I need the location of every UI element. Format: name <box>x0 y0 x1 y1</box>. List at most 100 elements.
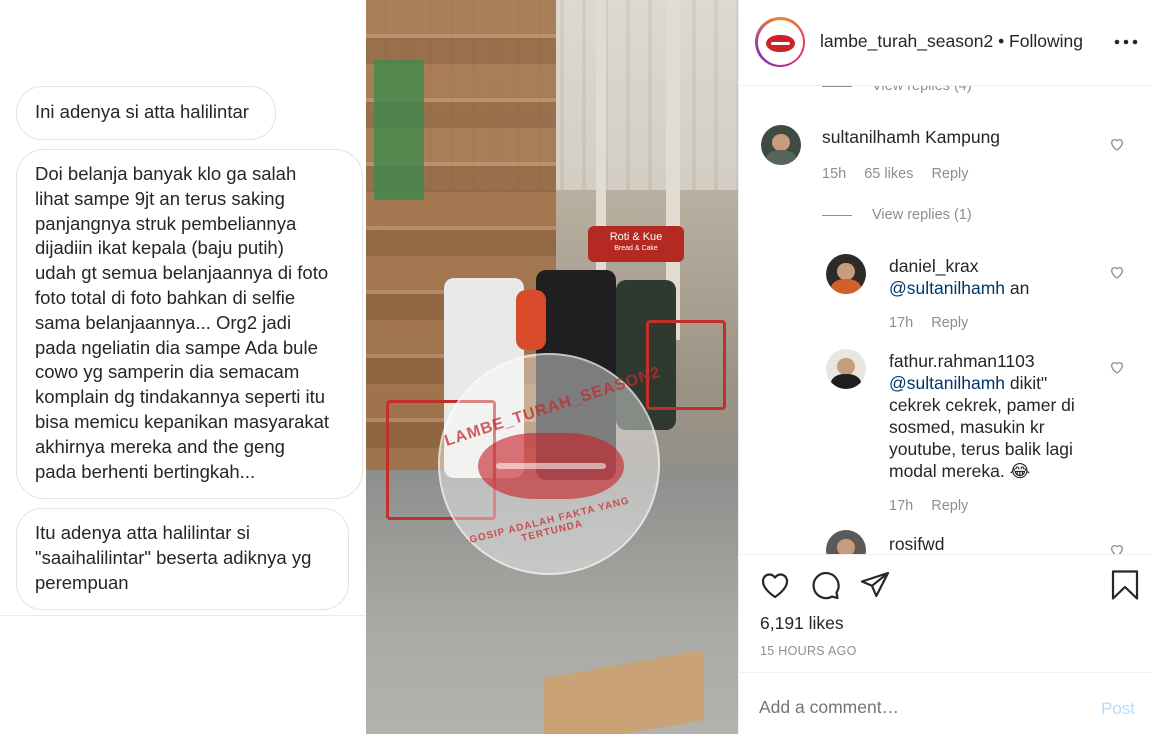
comment-text: sultanilhamh Kampung <box>822 126 1000 148</box>
bookmark-icon[interactable] <box>1109 569 1141 601</box>
commenter-avatar[interactable] <box>761 125 801 165</box>
chat-panel: Ini adenya si atta halilintar Doi belanj… <box>0 0 366 734</box>
comment-time: 17h <box>889 498 914 514</box>
comment-mention[interactable]: @sultanilhamh <box>889 373 1005 393</box>
comment-username[interactable]: rosifwd <box>889 534 944 554</box>
chat-line: udah gt semua belanjaannya di foto <box>35 262 329 284</box>
chat-line: lihat sampe 9jt an terus saking <box>35 187 285 209</box>
account-header-text: lambe_turah_season2 • Following <box>820 31 1083 52</box>
view-replies-top[interactable]: View replies (4) <box>822 86 972 94</box>
comment-meta: 17h Reply <box>889 498 982 514</box>
avatar-face <box>837 262 855 281</box>
chat-bubble-1: Ini adenya si atta halilintar <box>16 86 276 140</box>
comment-username-line: fathur.rahman1103 <box>889 350 1035 372</box>
account-avatar[interactable] <box>755 17 805 67</box>
comment-mention[interactable]: @sultanilhamh <box>889 278 1005 298</box>
like-comment-heart-icon[interactable] <box>1109 542 1125 554</box>
avatar-body <box>830 373 862 389</box>
comment-username[interactable]: daniel_krax <box>889 256 979 276</box>
chat-line: panjangnya struk pembeliannya <box>35 212 297 234</box>
comment-username-line: daniel_krax <box>889 255 979 277</box>
view-replies-label: View replies (1) <box>872 207 972 223</box>
likes-count[interactable]: 6,191 likes <box>760 613 844 634</box>
more-icon[interactable] <box>1111 30 1141 54</box>
comments-list[interactable]: View replies (4) sultanilhamh Kampung 15… <box>739 86 1152 554</box>
lips-icon <box>765 34 795 52</box>
comment-meta: 15h 65 likes Reply <box>822 166 983 182</box>
add-comment-bar: Post <box>739 672 1152 734</box>
heart-icon[interactable] <box>759 569 791 601</box>
post-actions: 6,191 likes 15 HOURS AGO <box>739 554 1152 672</box>
chat-line: akhirnya mereka and the geng <box>35 435 285 457</box>
account-avatar-inner <box>757 19 803 65</box>
like-comment-heart-icon[interactable] <box>1109 359 1125 375</box>
reply-button[interactable]: Reply <box>931 315 968 331</box>
comment-username[interactable]: fathur.rahman1103 <box>889 351 1035 371</box>
watermark-logo: LAMBE_TURAH_SEASON2 GOSIP ADALAH FAKTA Y… <box>438 353 663 575</box>
photo-person <box>516 290 546 350</box>
chat-line: perempuan <box>35 571 129 593</box>
comment-icon[interactable] <box>809 569 841 601</box>
chat-line: cowo yg samperin dia semacam <box>35 361 300 383</box>
chat-line: pada berhenti bertingkah... <box>35 460 256 482</box>
comment-line: youtube, terus balik lagi <box>889 439 1073 459</box>
comment-line: modal mereka. 😂 <box>889 461 1031 481</box>
comment-likes[interactable]: 65 likes <box>864 166 913 182</box>
photo-banner <box>374 60 424 200</box>
chat-bubble-2: Doi belanja banyak klo ga salah lihat sa… <box>16 149 363 499</box>
comment-line: sosmed, masukin kr <box>889 417 1045 437</box>
chat-line: foto total di foto bahkan di selfie <box>35 286 296 308</box>
store-sign-text: Roti & Kue <box>609 231 663 243</box>
comment-username-line: rosifwd <box>889 533 944 554</box>
chat-line: dijadiin ikat kepala (baju putih) <box>35 237 284 259</box>
follow-status[interactable]: • Following <box>998 31 1083 51</box>
avatar-body <box>765 149 797 165</box>
chat-line: Doi belanja banyak klo ga salah <box>35 163 297 184</box>
comment-time: 17h <box>889 315 914 331</box>
comment-body: an <box>1005 278 1030 298</box>
reply-button[interactable]: Reply <box>931 498 968 514</box>
store-sign: Roti & Kue Bread & Cake <box>588 226 684 262</box>
reply-button[interactable]: Reply <box>931 166 968 182</box>
store-sign-subtext: Bread & Cake <box>614 245 658 252</box>
share-icon[interactable] <box>859 569 891 601</box>
dash <box>822 214 852 216</box>
lips-logo-icon <box>760 22 800 62</box>
post-comment-button[interactable]: Post <box>1101 699 1135 719</box>
chat-line: komplain dg tindakannya seperti itu <box>35 386 326 408</box>
chat-line: bisa memicu kepanikan masyarakat <box>35 410 330 432</box>
post-timestamp: 15 HOURS AGO <box>760 644 857 658</box>
chat-divider <box>0 615 366 616</box>
comment-text: @sultanilhamh dikit" cekrek cekrek, pame… <box>889 372 1129 482</box>
commenter-avatar[interactable] <box>826 254 866 294</box>
commenter-avatar[interactable] <box>826 530 866 554</box>
comment-body: dikit" <box>1005 373 1048 393</box>
comment-meta: 17h Reply <box>889 315 982 331</box>
lips-icon <box>478 433 624 499</box>
avatar-face <box>837 357 855 376</box>
chat-line: sama belanjaannya... Org2 jadi <box>35 311 292 333</box>
like-comment-heart-icon[interactable] <box>1109 264 1125 280</box>
avatar-face <box>837 538 855 554</box>
avatar-body <box>830 278 862 294</box>
view-replies-button[interactable]: View replies (1) <box>822 207 972 223</box>
comment-text: @sultanilhamh an <box>889 277 1029 299</box>
chat-line: pada ngeliatin dia sampe Ada bule <box>35 336 318 358</box>
comment-username[interactable]: sultanilhamh <box>822 127 920 147</box>
post-photo[interactable]: Roti & Kue Bread & Cake LAMBE_TURAH_SEAS… <box>366 0 738 734</box>
post-sidebar: lambe_turah_season2 • Following View rep… <box>738 0 1152 734</box>
comment-time: 15h <box>822 166 847 182</box>
chat-line: Itu adenya atta halilintar si <box>35 522 250 543</box>
commenter-avatar[interactable] <box>826 349 866 389</box>
chat-bubble-3: Itu adenya atta halilintar si "saaihalil… <box>16 508 349 610</box>
chat-line: "saaihalilintar" beserta adiknya yg <box>35 546 312 568</box>
avatar-face <box>772 133 790 152</box>
comment-body: Kampung <box>925 127 1001 147</box>
comment-input[interactable] <box>759 697 1059 718</box>
view-replies-label: View replies (4) <box>872 86 972 94</box>
like-comment-heart-icon[interactable] <box>1109 136 1125 152</box>
chat-bubble-text: Ini adenya si atta halilintar <box>35 101 249 122</box>
account-username[interactable]: lambe_turah_season2 <box>820 31 993 51</box>
comment-line: @sultanilhamh dikit" <box>889 372 1129 394</box>
comment-line: cekrek cekrek, pamer di <box>889 395 1075 415</box>
